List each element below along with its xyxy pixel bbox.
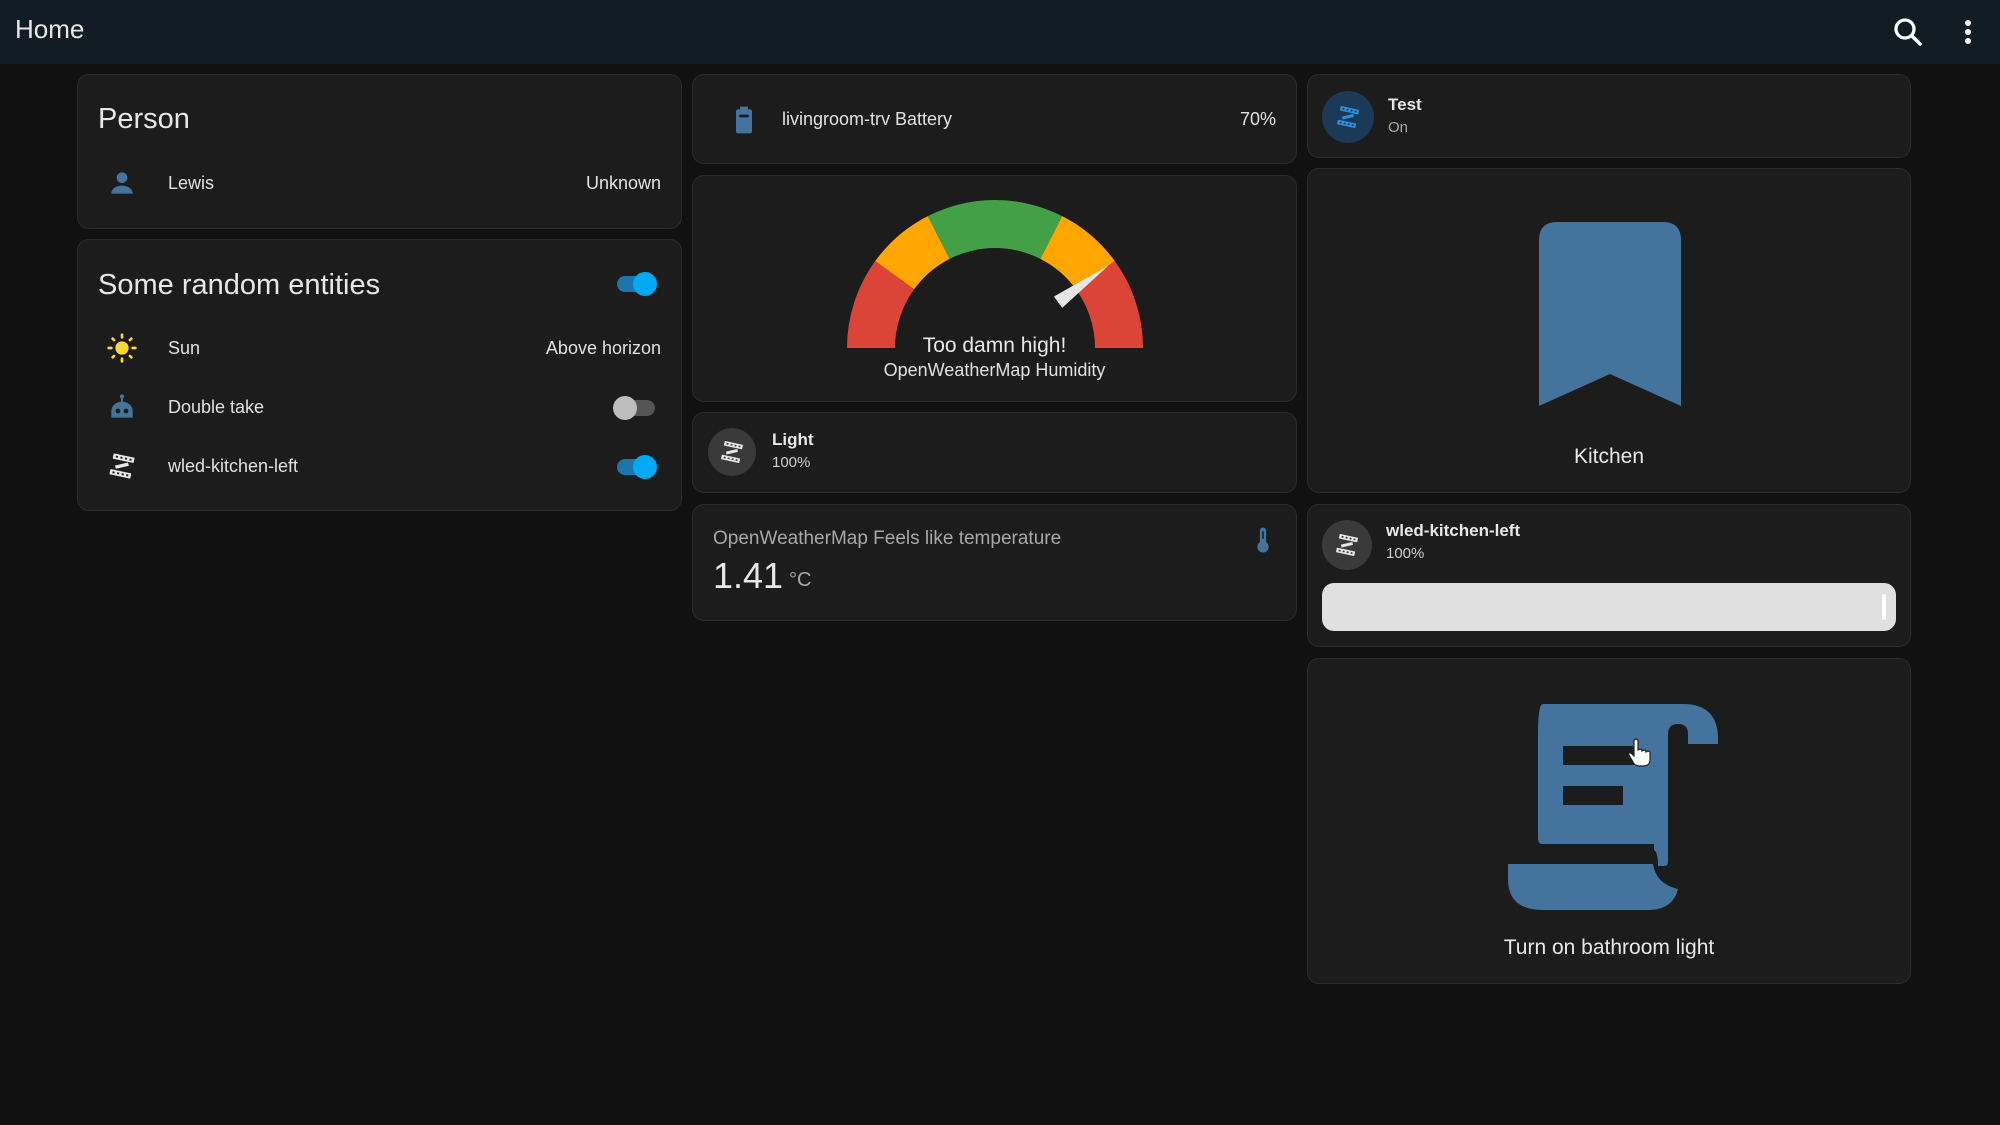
led-strip-icon <box>721 441 743 463</box>
person-card: Person Lewis Unknown <box>77 74 682 229</box>
battery-value: 70% <box>1239 109 1276 129</box>
battery-card[interactable]: livingroom-trv Battery 70% <box>692 74 1297 164</box>
header-toggle[interactable] <box>613 272 657 296</box>
humidity-gauge-card[interactable]: Too damn high! OpenWeatherMap Humidity <box>692 175 1297 402</box>
search-button[interactable] <box>1890 14 1926 50</box>
wled-tile-icon-button[interactable] <box>1322 520 1372 570</box>
entity-name: Lewis <box>168 173 215 193</box>
entity-row-sun[interactable]: Sun Above horizon <box>78 328 681 368</box>
entity-row-lewis[interactable]: Lewis Unknown <box>78 163 681 203</box>
kitchen-button-card[interactable]: Kitchen <box>1307 168 1911 493</box>
gauge-name: OpenWeatherMap Humidity <box>883 360 1106 380</box>
button-label: Turn on bathroom light <box>1503 936 1715 959</box>
page-title: Home <box>15 14 85 44</box>
thermometer-icon <box>1257 527 1269 553</box>
led-strip-icon <box>109 453 135 479</box>
hand-cursor-icon <box>1628 738 1651 767</box>
battery-icon <box>736 106 752 134</box>
tile-state: 100% <box>772 454 811 471</box>
brightness-slider[interactable] <box>1322 583 1896 631</box>
robot-icon <box>111 394 133 418</box>
sensor-name: OpenWeatherMap Feels like temperature <box>713 528 1062 549</box>
script-button-card[interactable]: Turn on bathroom light <box>1307 658 1911 984</box>
entity-row-wled-kitchen-left[interactable]: wled-kitchen-left <box>78 446 681 486</box>
entity-name: Sun <box>168 338 201 358</box>
temperature-card[interactable]: OpenWeatherMap Feels like temperature 1.… <box>692 504 1297 621</box>
entity-state: Unknown <box>585 173 661 193</box>
card-title: Some random entities <box>98 269 381 301</box>
battery-name: livingroom-trv Battery <box>782 109 953 129</box>
entity-row-double-take[interactable]: Double take <box>78 387 681 427</box>
gauge-label: Too damn high! <box>922 334 1067 357</box>
dots-vertical-icon <box>1965 20 1971 44</box>
double-take-toggle[interactable] <box>613 396 657 420</box>
sun-icon <box>107 333 137 363</box>
account-icon <box>111 172 133 194</box>
led-strip-icon <box>1336 534 1358 556</box>
wled-kitchen-left-tile[interactable]: wled-kitchen-left 100% <box>1307 504 1911 647</box>
tile-state: On <box>1388 119 1409 136</box>
entity-state: Above horizon <box>545 338 661 358</box>
top-app-bar: Home <box>0 0 2000 64</box>
entity-name: wled-kitchen-left <box>168 456 299 476</box>
test-tile[interactable]: Test On <box>1307 74 1911 158</box>
test-tile-icon-button[interactable] <box>1322 91 1374 143</box>
more-options-button[interactable] <box>1950 14 1986 50</box>
slider-thumb[interactable] <box>1882 594 1886 620</box>
gauge-segment <box>927 199 1063 259</box>
sensor-value: 1.41 <box>713 555 784 596</box>
entity-name: Double take <box>168 397 265 417</box>
wled-kitchen-left-toggle[interactable] <box>613 455 657 479</box>
script-icon <box>1508 704 1718 910</box>
led-strip-icon <box>1337 106 1359 128</box>
button-label: Kitchen <box>1573 445 1645 468</box>
light-tile-icon-button[interactable] <box>708 428 756 476</box>
bookmark-icon <box>1539 222 1681 406</box>
tile-name: wled-kitchen-left <box>1386 521 1521 540</box>
sensor-unit: °C <box>789 569 812 591</box>
tile-name: Light <box>772 430 814 449</box>
search-icon <box>1894 18 1922 46</box>
card-title: Person <box>98 103 190 135</box>
tile-state: 100% <box>1386 545 1425 562</box>
entities-card: Some random entities Sun Above horizon D… <box>77 239 682 511</box>
tile-name: Test <box>1388 95 1422 114</box>
light-tile[interactable]: Light 100% <box>692 412 1297 493</box>
